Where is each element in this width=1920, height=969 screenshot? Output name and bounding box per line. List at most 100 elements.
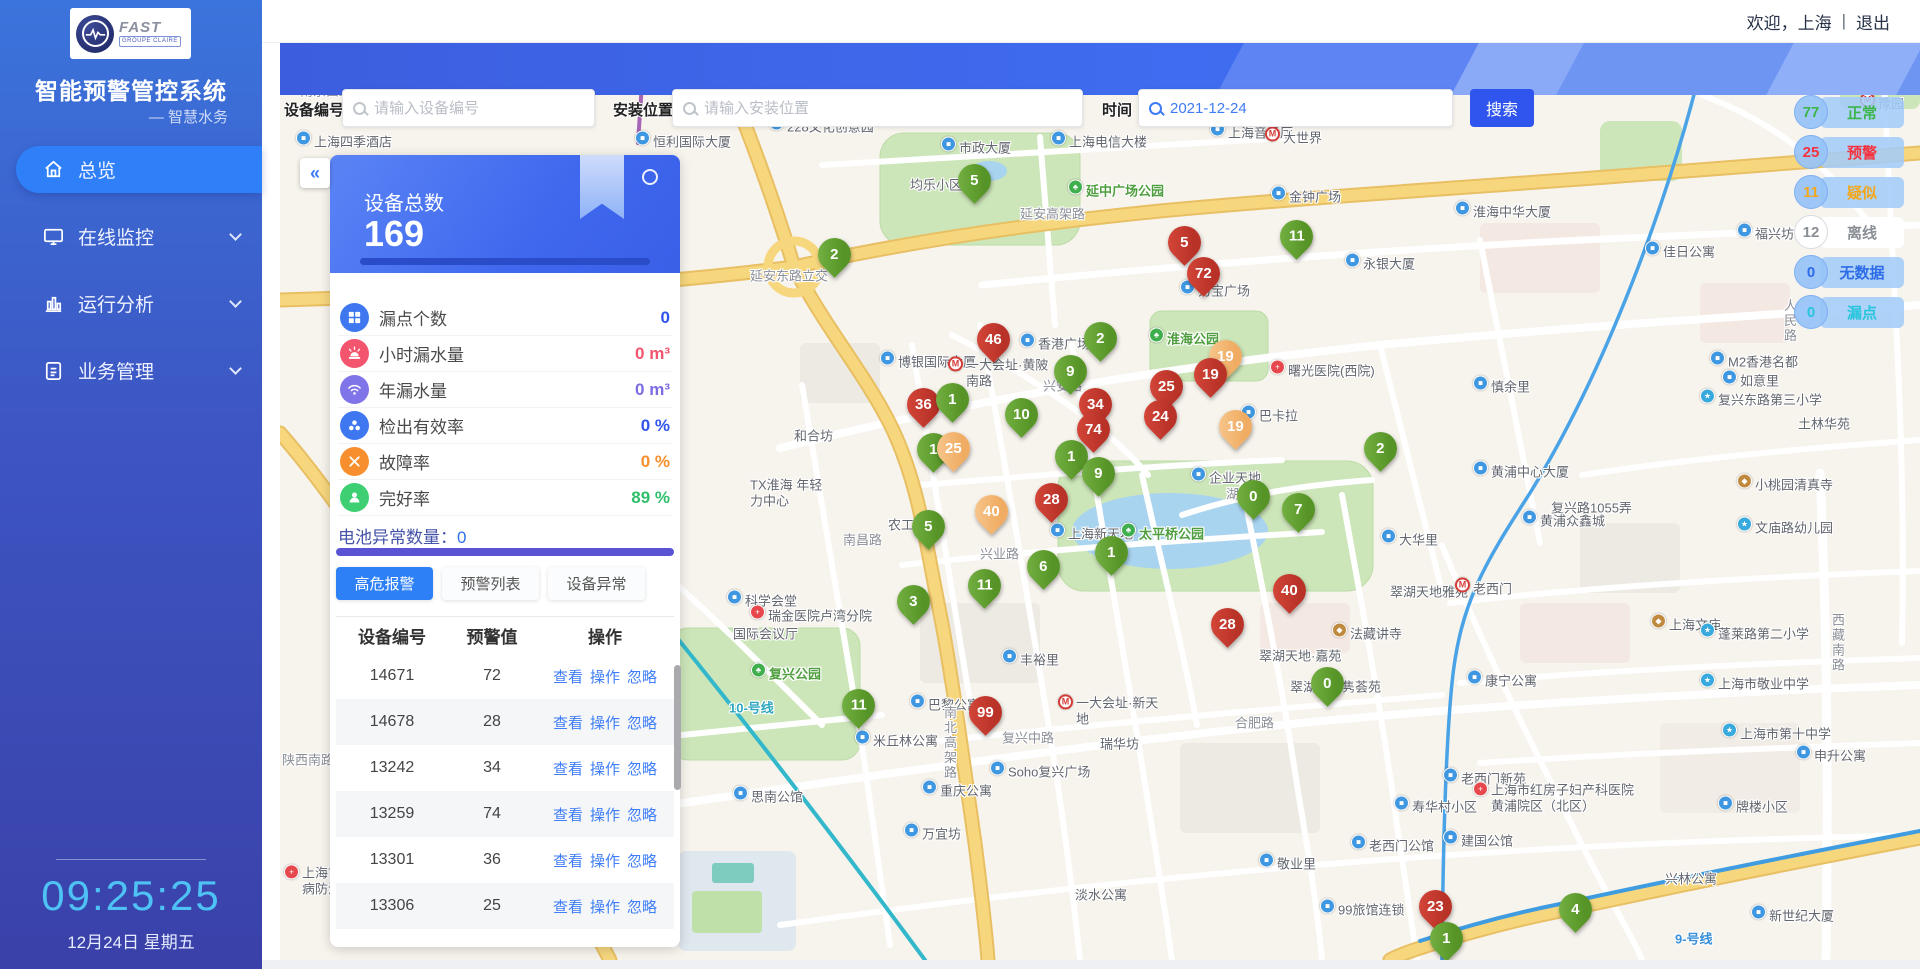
- device-id-input[interactable]: [374, 100, 584, 117]
- sidebar-menu-item[interactable]: 总览: [16, 146, 262, 193]
- legend-item[interactable]: 25 预警: [1794, 135, 1904, 169]
- legend-item[interactable]: 0 无数据: [1794, 255, 1904, 289]
- search-button[interactable]: 搜索: [1470, 89, 1534, 127]
- sidebar-menu-item[interactable]: 业务管理: [16, 347, 262, 394]
- person-icon: [340, 483, 369, 512]
- sidebar-menu-item[interactable]: 运行分析: [16, 280, 262, 327]
- row-action-link[interactable]: 操作: [590, 804, 620, 825]
- row-action-link[interactable]: 操作: [590, 712, 620, 733]
- device-total-card: 设备总数 169: [330, 155, 680, 273]
- map-label: ◆ 法藏讲寺: [1332, 624, 1402, 643]
- total-progress-bar: [360, 258, 650, 265]
- menu-item-label: 业务管理: [78, 357, 154, 384]
- cell-warn-value: 28: [448, 713, 536, 731]
- col-device-id: 设备编号: [336, 623, 448, 648]
- panel-collapse-button[interactable]: «: [300, 158, 330, 188]
- map-label: + 瑞金医院卢湾分院: [750, 606, 872, 625]
- stat-label: 故障率: [379, 449, 631, 474]
- map-label: ■ 重庆公寓: [922, 781, 992, 800]
- legend-label: 正常: [1820, 97, 1904, 128]
- map-label: 10-号线: [729, 698, 774, 717]
- legend-item[interactable]: 77 正常: [1794, 95, 1904, 129]
- map-label: ■ 佳日公寓: [1645, 242, 1715, 261]
- row-action-link[interactable]: 操作: [590, 758, 620, 779]
- metro-station-icon: M: [1265, 127, 1280, 142]
- temple-icon: ◆: [1332, 623, 1347, 638]
- building-icon: ■: [1645, 241, 1660, 256]
- stat-row: 完好率 89 %: [338, 480, 672, 516]
- search-icon: [683, 102, 696, 115]
- search-icon: [1149, 102, 1162, 115]
- map-label: ■ 申升公寓: [1796, 746, 1866, 765]
- circles-icon: [340, 411, 369, 440]
- alert-tabs: 高危报警预警列表设备异常: [336, 567, 645, 600]
- stat-row: 漏点个数 0: [338, 300, 672, 336]
- legend-count: 0: [1794, 255, 1828, 289]
- row-action-link[interactable]: 查看: [553, 850, 583, 871]
- map-label: 和合坊: [794, 426, 833, 445]
- tab[interactable]: 设备异常: [548, 567, 645, 600]
- metro-station-icon: M: [1455, 578, 1470, 593]
- row-action-link[interactable]: 操作: [590, 896, 620, 917]
- row-action-link[interactable]: 查看: [553, 804, 583, 825]
- row-action-link[interactable]: 查看: [553, 896, 583, 917]
- row-action-link[interactable]: 查看: [553, 758, 583, 779]
- row-action-link[interactable]: 操作: [590, 666, 620, 687]
- map-label: ■ 老西门公馆: [1351, 836, 1434, 855]
- chevron-down-icon: [229, 295, 242, 308]
- row-action-link[interactable]: 忽略: [627, 896, 657, 917]
- building-icon: ■: [1522, 510, 1537, 525]
- map-label: ♣ 淮海公园: [1149, 329, 1219, 348]
- sidebar-menu-item[interactable]: 在线监控: [16, 213, 262, 260]
- legend-item[interactable]: 11 疑似: [1794, 175, 1904, 209]
- map-label: ■ M2香港名都: [1710, 352, 1798, 371]
- legend-item[interactable]: 12 离线: [1794, 215, 1904, 249]
- time-input[interactable]: [1170, 100, 1442, 117]
- map-label: ★ 上海市第十中学: [1722, 724, 1831, 743]
- legend-label: 漏点: [1820, 297, 1904, 328]
- legend-count: 25: [1794, 135, 1828, 169]
- map-canvas[interactable]: 设备编号 安装位置 时间 搜索 南京西路 ■ 上海四季酒店 ■ 上海招商局广场: [280, 43, 1920, 960]
- map-label: ■ 黄浦众鑫城: [1522, 511, 1605, 530]
- grid-icon: [340, 303, 369, 332]
- row-action-link[interactable]: 查看: [553, 712, 583, 733]
- app-root: FAST GROUPE CLAIRE 智能预警管控系统 — 智慧水务 总览 在线…: [0, 0, 1920, 969]
- legend-item[interactable]: 0 漏点: [1794, 295, 1904, 329]
- row-action-link[interactable]: 忽略: [627, 712, 657, 733]
- map-label: 淡水公寓: [1075, 885, 1127, 904]
- stat-label: 完好率: [379, 485, 621, 510]
- map-label: ■ 米丘林公寓: [855, 731, 938, 750]
- stat-label: 小时漏水量: [379, 341, 625, 366]
- building-icon: ■: [990, 761, 1005, 776]
- stat-row: 年漏水量 0 m³: [338, 372, 672, 408]
- device-id-field[interactable]: [342, 89, 595, 127]
- row-action-link[interactable]: 操作: [590, 850, 620, 871]
- map-label: 复兴中路: [1002, 728, 1054, 747]
- map-label: ■ 金钟广场: [1271, 187, 1341, 206]
- map-label: ■ 如意里: [1722, 371, 1779, 390]
- row-action-link[interactable]: 忽略: [627, 666, 657, 687]
- install-location-field[interactable]: [672, 89, 1083, 127]
- table-row: 14671 72 查看操作忽略: [336, 653, 674, 699]
- table-scrollbar[interactable]: [674, 665, 681, 790]
- building-icon: ■: [1751, 905, 1766, 920]
- tab[interactable]: 高危报警: [336, 567, 433, 600]
- map-label: 9-号线: [1675, 929, 1713, 948]
- logout-link[interactable]: 退出: [1856, 9, 1890, 34]
- row-action-link[interactable]: 忽略: [627, 804, 657, 825]
- building-icon: ■: [941, 137, 956, 152]
- building-icon: ■: [296, 131, 311, 146]
- cell-warn-value: 74: [448, 805, 536, 823]
- time-field[interactable]: [1138, 89, 1453, 127]
- row-action-link[interactable]: 查看: [553, 666, 583, 687]
- row-action-link[interactable]: 忽略: [627, 850, 657, 871]
- tab[interactable]: 预警列表: [442, 567, 539, 600]
- map-label: ★ 复兴东路第三小学: [1700, 390, 1822, 409]
- map-label: ■ 寿华村小区: [1394, 797, 1477, 816]
- battery-value: 0: [457, 528, 466, 547]
- metro-station-icon: M: [1058, 694, 1073, 709]
- map-label: 延安高架路: [1020, 204, 1085, 223]
- map-label: 均乐小区: [910, 175, 962, 194]
- install-location-input[interactable]: [704, 100, 1072, 117]
- row-action-link[interactable]: 忽略: [627, 758, 657, 779]
